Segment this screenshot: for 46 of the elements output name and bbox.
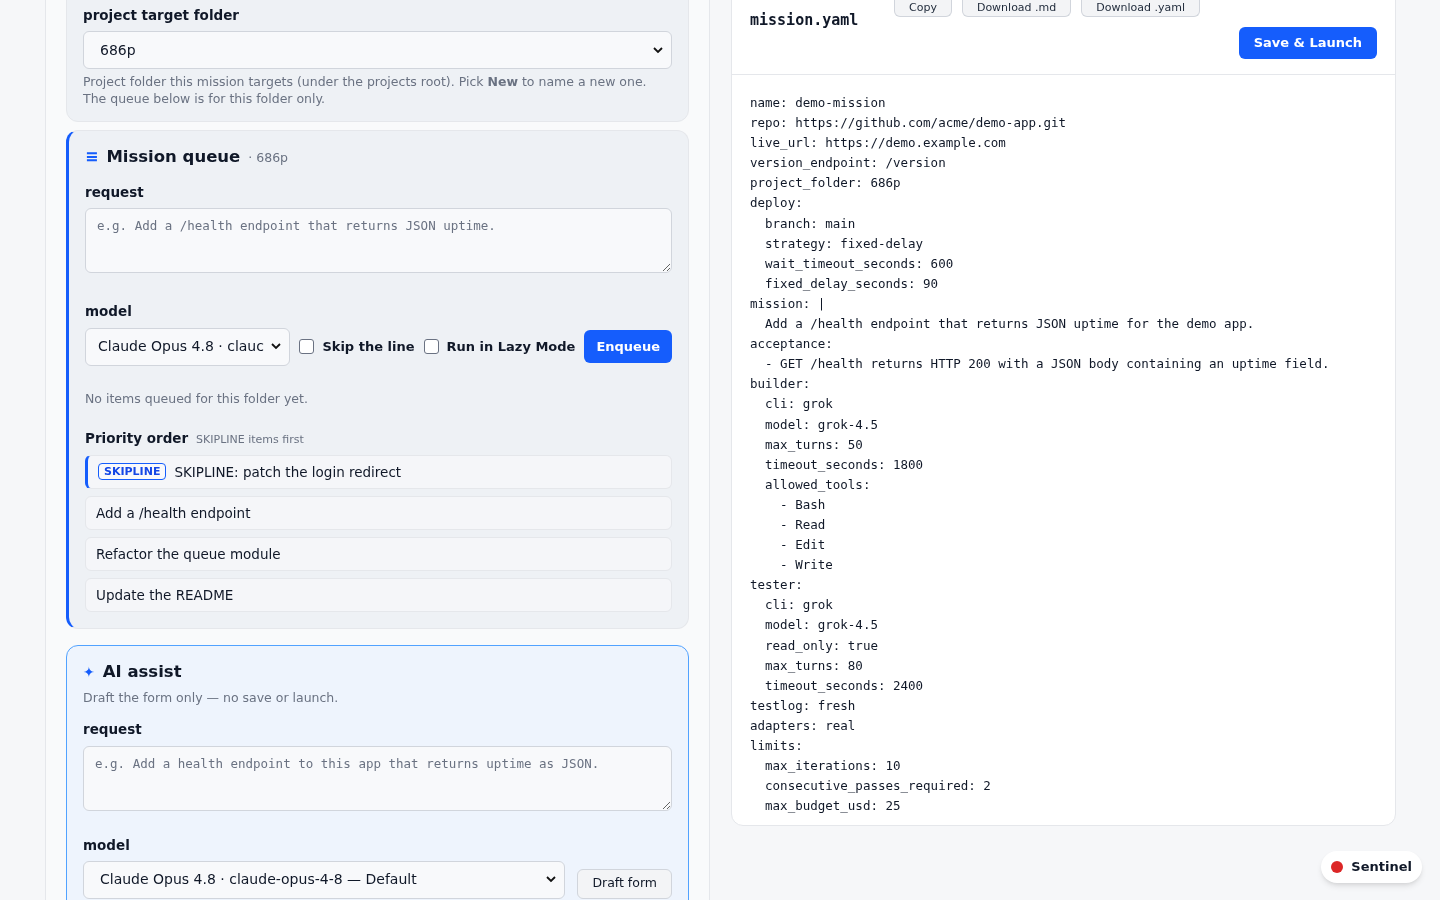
file-title: mission.yaml [750,10,859,31]
chevron-down-icon [653,46,663,54]
draft-button[interactable]: Draft form [577,868,672,899]
item-text: Add a /health endpoint [96,503,251,523]
card-title: AI assist [102,660,182,683]
field-label: request [85,183,145,202]
toolbar-button[interactable]: Download .md [961,0,1072,17]
status-label: Sentinel [1351,858,1412,877]
card-subtitle: Draft the form only — no save or launch. [83,688,340,707]
request-field[interactable]: e.g. Add a health endpoint to this app that returns uptime as JSON. [83,745,672,811]
field-label: request [83,720,143,740]
chevron-down-icon [271,343,282,350]
checkbox[interactable] [423,339,439,354]
checkbox-label: Skip the line [322,337,415,356]
item-text: Update the README [96,585,234,605]
model-select[interactable]: Claude Opus 4.8 · clauc [85,327,291,366]
model-select[interactable]: Claude Opus 4.8 · claude-opus-4-8 — Default [83,860,566,899]
queue-item[interactable]: Refactor the queue module [85,536,672,571]
yaml-code: name: demo-mission repo: https://github.com/acme/demo-app.git live_url: https://demo.example.com version_endpoint: /version project_folder: 686p deploy: branch: main strategy: fixed-delay wait_timeout_seconds: 600 fixed_delay_seconds: 90 mission: | Add a /health endpoint that returns JSON uptime for the demo app. acceptance: - GET /health returns HTTP 200 with a JSON body containing an uptime field. builder: cli: grok model: grok-4.5 max_turns: 50 timeout_seconds: 1800 allowed_tools: - Bash - Read - Edit - Write tester: cli: grok model: grok-4.5 read_only: true max_turns: 80 timeout_seconds: 2400 testlog: fresh adapters: real limits: max_iterations: 10 consecutive_passes_required: 2 max_budget_usd: 25 [749,94,1331,816]
skipline-badge: SKIPLINE [98,463,167,481]
status-pill[interactable]: Sentinel [1321,851,1422,883]
save-launch-button[interactable]: Save & Launch [1238,27,1377,59]
request-field[interactable]: e.g. Add a /health endpoint that returns JSON uptime. [85,208,672,274]
chevron-down-icon [546,876,557,884]
queue-item[interactable]: Add a /health endpoint [85,495,672,530]
empty-message: No items queued for this folder yet. [85,389,309,408]
help-text: Project folder this mission targets (under the projects root). Pick New to name a new one. The queue below is for this folder only. [83,73,648,108]
checkbox-label: Run in Lazy Mode [446,337,576,356]
item-text: SKIPLINE: patch the login redirect [174,462,402,482]
section-hint: SKIPLINE items first [196,432,304,449]
queue-item[interactable]: SKIPLINE SKIPLINE: patch the login redirect [85,454,672,489]
field-label: model [83,835,131,855]
checkbox[interactable] [299,339,315,354]
folder-select[interactable]: 686p [83,31,672,70]
queue-item[interactable]: Update the README [85,577,672,612]
item-text: Refactor the queue module [96,544,281,564]
sparkle-icon: ✦ [83,661,95,683]
folder-tag: · 686p [248,149,289,168]
card-title: Mission queue [106,146,241,169]
field-label: project target folder [83,6,240,25]
field-label: model [85,302,133,322]
section-title: Priority order [85,429,189,449]
list-icon: ≡ [85,145,99,170]
toolbar-button[interactable]: Copy [894,0,952,17]
enqueue-button[interactable]: Enqueue [584,330,672,363]
toolbar-button[interactable]: Download .yaml [1081,0,1200,17]
